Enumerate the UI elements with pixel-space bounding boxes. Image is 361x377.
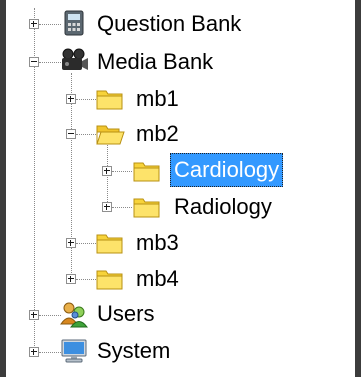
users-icon	[60, 302, 88, 328]
node-label-mb1[interactable]: mb1	[136, 82, 179, 116]
expand-toggle[interactable]	[29, 347, 39, 357]
folder-icon	[133, 198, 160, 218]
tree-line	[76, 99, 96, 100]
node-label-system[interactable]: System	[97, 334, 170, 368]
folder-icon	[96, 234, 123, 254]
node-label-cardiology[interactable]: Cardiology	[170, 153, 284, 187]
node-label-radiology[interactable]: Radiology	[174, 190, 272, 224]
node-label-mb3[interactable]: mb3	[136, 226, 179, 260]
node-label-media-bank[interactable]: Media Bank	[97, 45, 213, 79]
tree-line	[76, 243, 96, 244]
folder-open-icon	[96, 125, 125, 145]
node-label-mb4[interactable]: mb4	[136, 262, 179, 296]
tree-line	[39, 352, 61, 353]
collapse-toggle[interactable]	[29, 57, 39, 67]
collapse-toggle[interactable]	[66, 129, 76, 139]
expand-toggle[interactable]	[102, 202, 112, 212]
folder-icon	[96, 90, 123, 110]
tree-line	[39, 315, 61, 316]
tree-line	[107, 142, 108, 210]
expand-toggle[interactable]	[29, 310, 39, 320]
expand-toggle[interactable]	[102, 166, 112, 176]
node-label-mb2[interactable]: mb2	[136, 117, 179, 151]
tree-line	[71, 73, 72, 283]
node-label-users[interactable]: Users	[97, 297, 154, 331]
computer-icon	[61, 339, 87, 363]
tree-line	[112, 171, 132, 172]
expand-toggle[interactable]	[66, 274, 76, 284]
expand-toggle[interactable]	[66, 94, 76, 104]
tree-line	[76, 134, 96, 135]
folder-icon	[96, 270, 123, 290]
expand-toggle[interactable]	[66, 238, 76, 248]
tree-line	[112, 207, 132, 208]
tree-line	[76, 279, 96, 280]
node-label-question-bank[interactable]: Question Bank	[97, 7, 241, 41]
expand-toggle[interactable]	[29, 19, 39, 29]
tree-line	[39, 24, 61, 25]
camera-icon	[62, 48, 88, 70]
tree-panel: Question Bank Media Bank mb1 mb2 Cardiol…	[6, 0, 355, 377]
question-bank-icon	[64, 10, 84, 36]
folder-icon	[133, 162, 160, 182]
